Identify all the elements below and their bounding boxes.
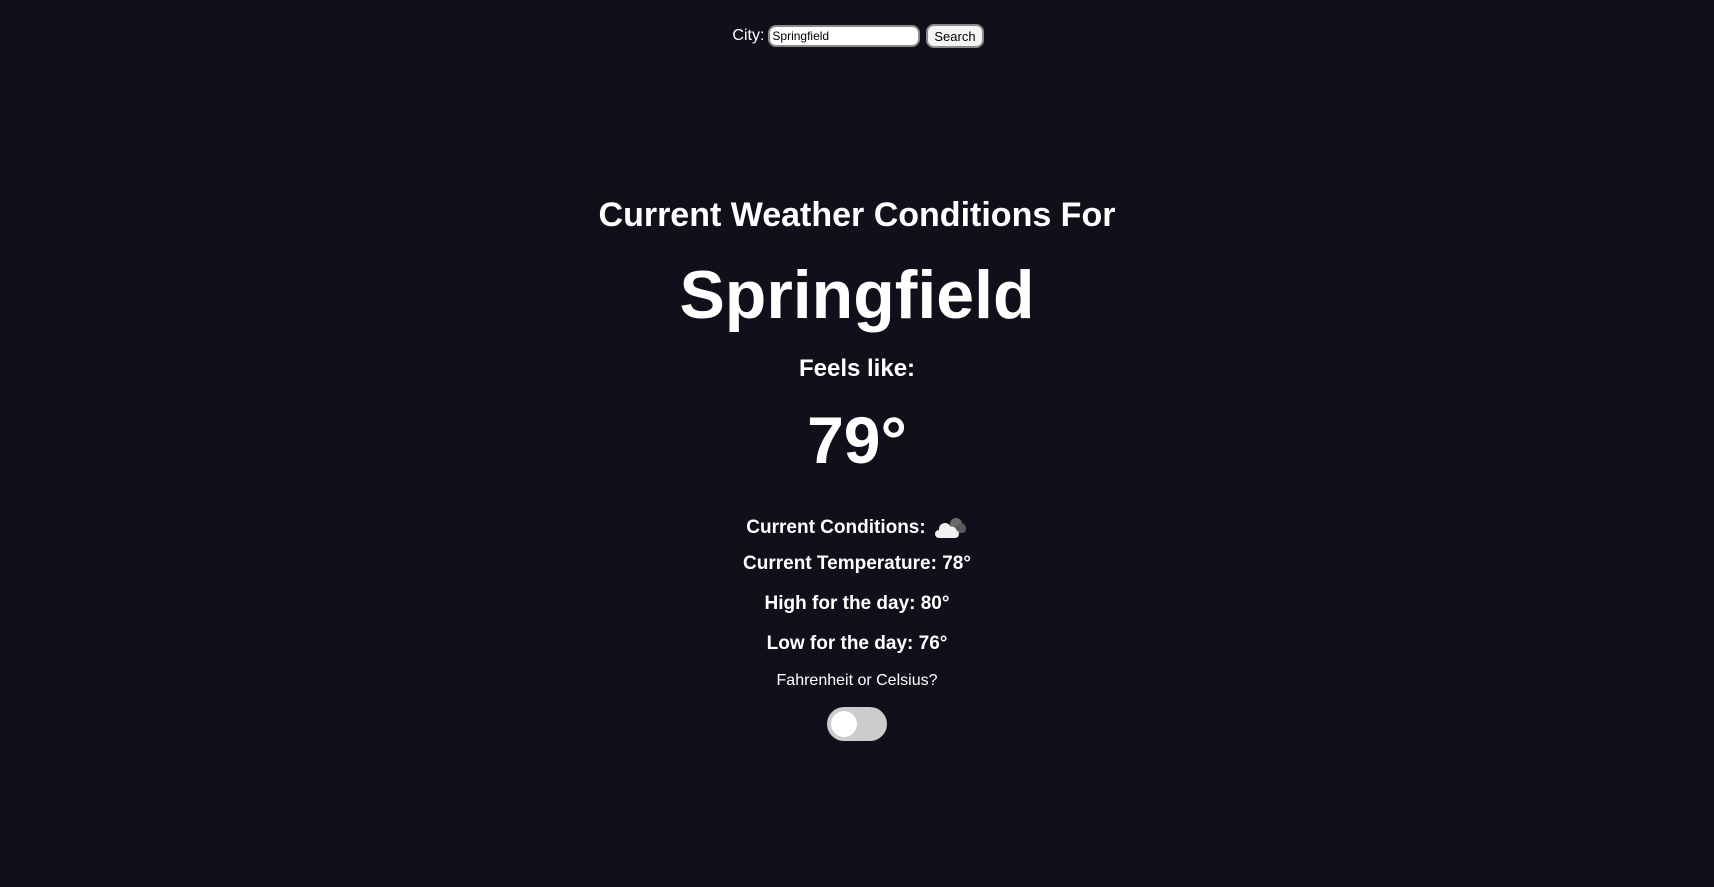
- current-conditions-label: Current Conditions:: [746, 517, 926, 538]
- city-search-input[interactable]: [768, 25, 921, 47]
- search-bar: City: Search: [0, 24, 1714, 48]
- partly-cloudy-icon: [934, 518, 966, 538]
- feels-like-temperature: 79°: [807, 403, 907, 477]
- city-name: Springfield: [679, 257, 1035, 333]
- feels-like-label: Feels like:: [798, 355, 916, 382]
- unit-question: Fahrenheit or Celsius?: [776, 672, 938, 689]
- city-label: City:: [732, 27, 765, 44]
- low-temperature: Low for the day: 76°: [766, 633, 948, 654]
- search-button[interactable]: Search: [926, 24, 984, 48]
- high-temperature: High for the day: 80°: [764, 593, 950, 614]
- current-temperature: Current Temperature: 78°: [743, 553, 971, 574]
- conditions-heading: Current Weather Conditions For: [598, 196, 1116, 234]
- toggle-knob: [831, 711, 857, 737]
- current-conditions: Current Conditions:: [0, 515, 1714, 541]
- unit-toggle-switch[interactable]: [827, 707, 887, 741]
